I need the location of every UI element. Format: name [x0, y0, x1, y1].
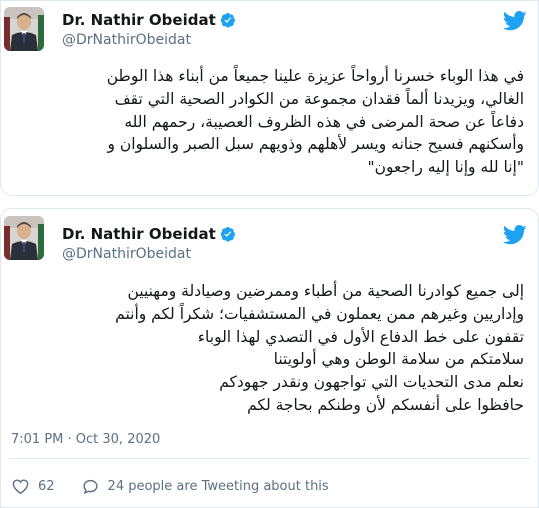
tweet-card-2[interactable]: Dr. Nathir Obeidat @DrNathirObeidat إلى …	[0, 208, 539, 508]
heart-icon	[12, 479, 29, 495]
tweet-timestamp[interactable]: 7:01 PM · Oct 30, 2020	[11, 432, 160, 447]
author-avatar[interactable]	[4, 7, 44, 51]
twitter-bird-icon[interactable]	[502, 225, 527, 245]
author-avatar[interactable]	[4, 216, 44, 260]
verified-badge-icon	[220, 12, 236, 28]
tweeting-about-text: 24 people are Tweeting about this	[107, 479, 329, 494]
author-handle[interactable]: @DrNathirObeidat	[62, 246, 191, 262]
author-name-row[interactable]: Dr. Nathir Obeidat	[62, 225, 236, 243]
tweeting-about-link[interactable]: 24 people are Tweeting about this	[81, 477, 329, 496]
divider	[9, 458, 530, 459]
like-button[interactable]: 62	[11, 477, 55, 496]
tweet-text-line: إلى جميع كوادرنا الصحية من أطباء وممرضين…	[127, 282, 524, 300]
tweet-text-line: نعلم مدى التحديات التي تواجهون ونقدر جهو…	[219, 373, 524, 392]
tweet-text-line: في هذا الوباء خسرنا أرواحاً عزيزة علينا …	[106, 67, 524, 85]
tweet-text: في هذا الوباء خسرنا أرواحاً عزيزة علينا …	[11, 65, 524, 179]
tweet-text-line: دفاعاً عن صحة المرضى في هذه الظروف العصي…	[124, 112, 524, 131]
tweet-text-line: وإداريين وغيرهم ممن يعملون في المستشفيات…	[115, 304, 524, 323]
speech-bubble-icon	[83, 479, 98, 495]
author-name[interactable]: Dr. Nathir Obeidat	[62, 225, 216, 243]
author-name-row[interactable]: Dr. Nathir Obeidat	[62, 11, 236, 29]
tweet-text-line: سلامتكم من سلامة الوطن وهي أولويتنا	[273, 350, 524, 369]
verified-badge-icon	[220, 226, 236, 242]
tweet-text-line: وأسكنهم فسيح جنانه ويسر لأهلهم وذويهم سب…	[107, 135, 524, 154]
author-name[interactable]: Dr. Nathir Obeidat	[62, 11, 216, 29]
tweet-text-line: تقفون على خط الدفاع الأول في التصدي لهذا…	[197, 327, 524, 346]
tweet-text-line: الغالي، ويزيدنا ألماً فقدان مجموعة من ال…	[114, 89, 524, 108]
tweet-actions: 62 24 people are Tweeting about this	[11, 477, 329, 496]
author-handle[interactable]: @DrNathirObeidat	[62, 32, 191, 48]
twitter-bird-icon[interactable]	[502, 11, 527, 31]
tweet-text: إلى جميع كوادرنا الصحية من أطباء وممرضين…	[11, 280, 524, 417]
tweet-text-line: حافظوا على أنفسكم لأن وطنكم بحاجة لكم	[247, 395, 524, 414]
tweet-text-line: "إنا لله وإنا إليه راجعون"	[367, 158, 524, 177]
tweet-card-1[interactable]: Dr. Nathir Obeidat @DrNathirObeidat في ه…	[0, 0, 539, 196]
like-count: 62	[38, 479, 55, 494]
